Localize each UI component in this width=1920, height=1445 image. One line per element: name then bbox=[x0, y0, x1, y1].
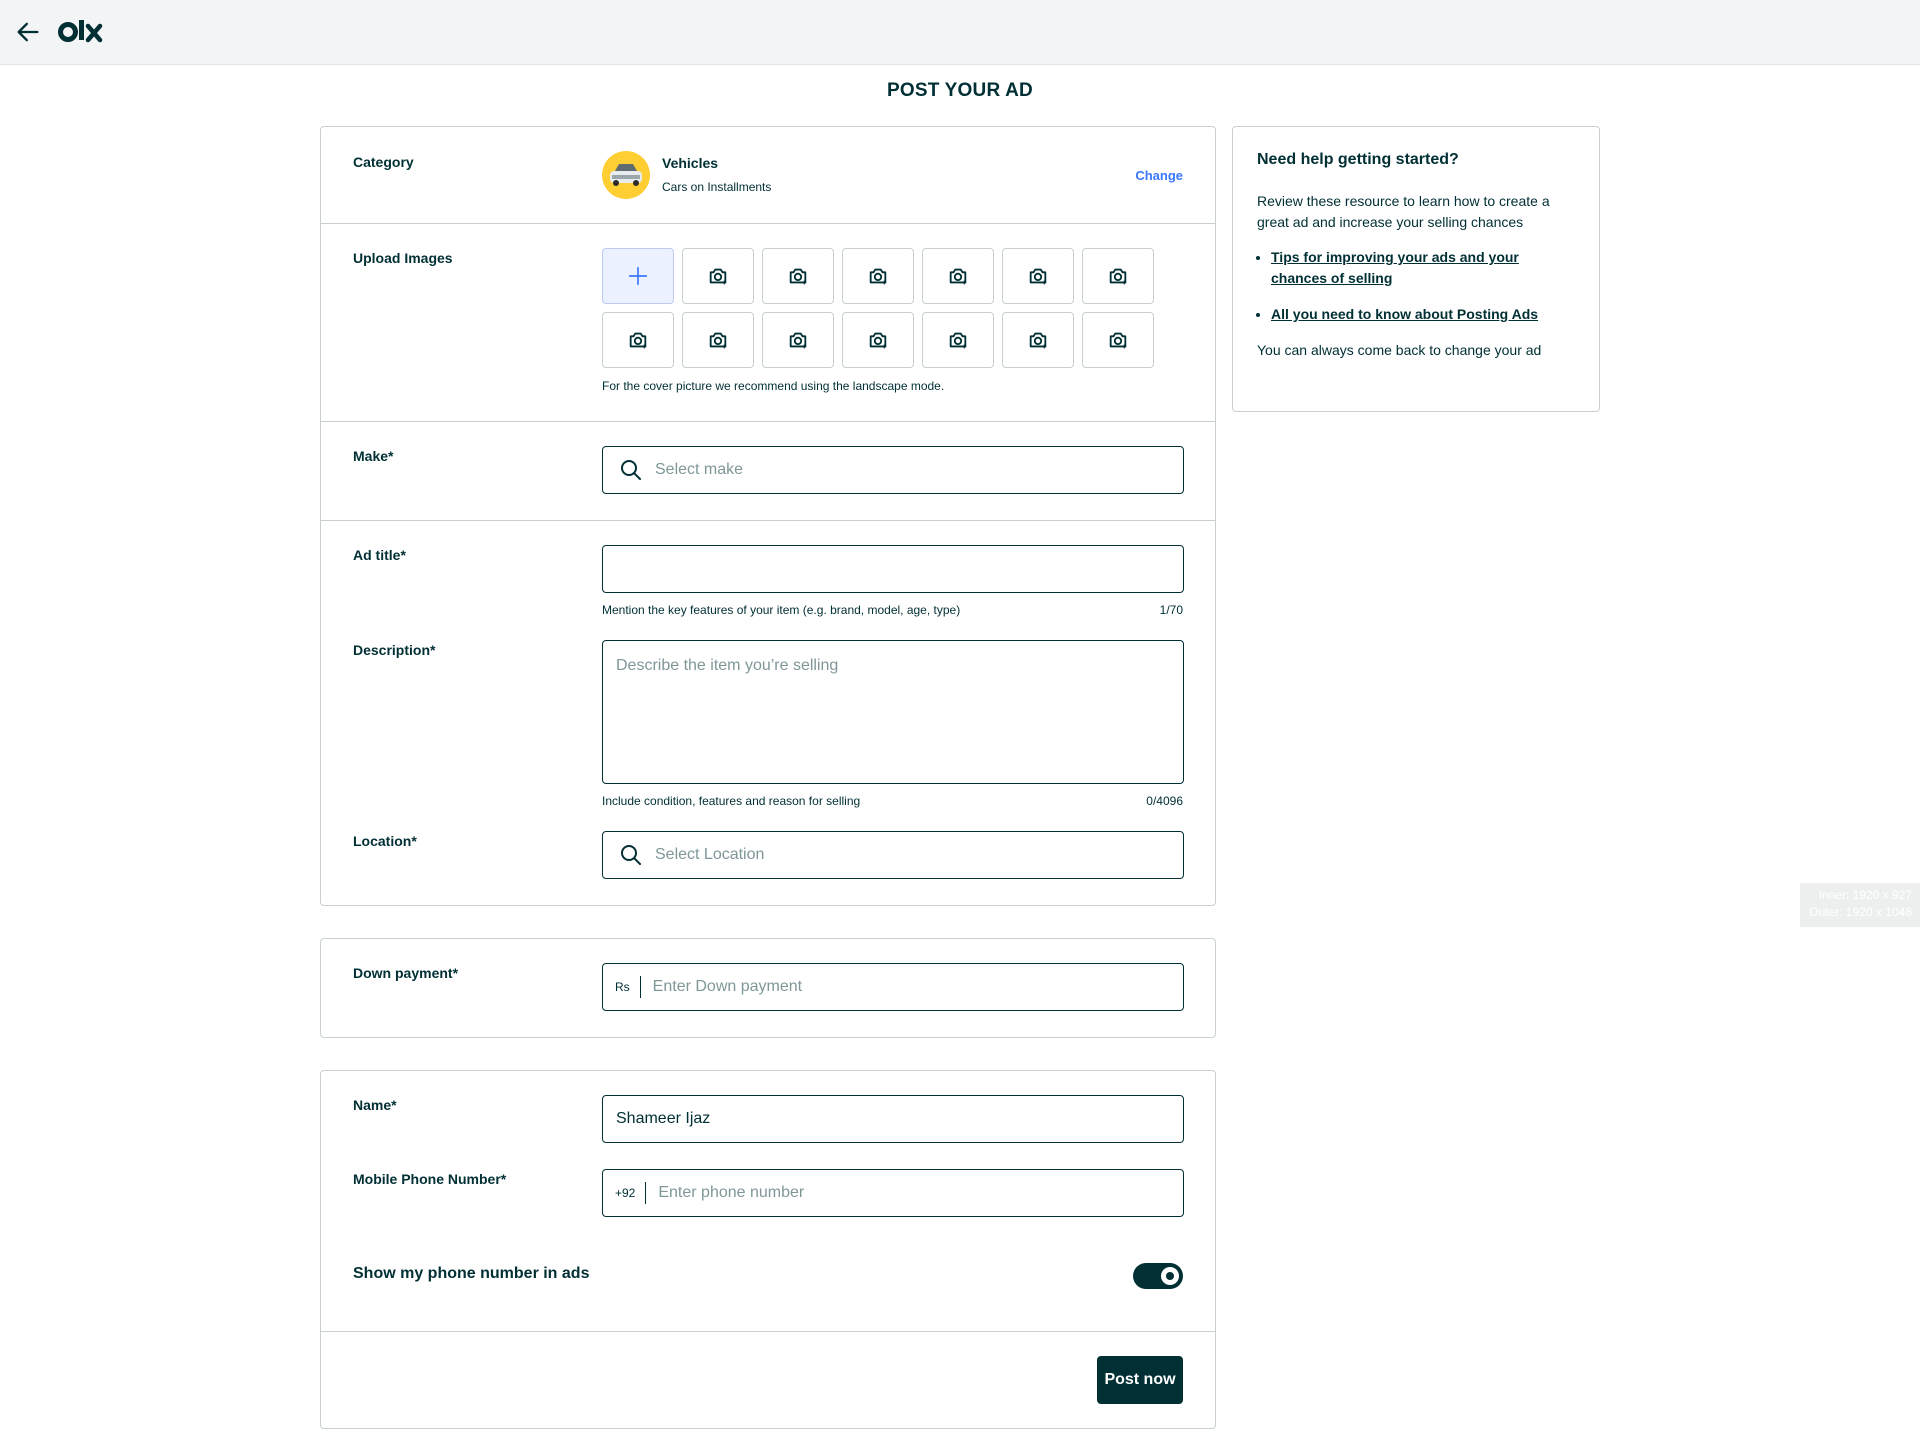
name-label: Name* bbox=[353, 1097, 397, 1113]
help-link-item: Tips for improving your ads and your cha… bbox=[1271, 247, 1575, 289]
help-link-tips[interactable]: Tips for improving your ads and your cha… bbox=[1271, 249, 1519, 286]
add-photo-icon bbox=[1107, 329, 1129, 351]
prefix-divider bbox=[639, 976, 641, 998]
phone-prefix: +92 bbox=[615, 1186, 636, 1200]
search-icon bbox=[621, 845, 641, 865]
category-section: Category Vehicles Cars on Installments C… bbox=[321, 127, 1215, 224]
upload-images-label: Upload Images bbox=[353, 250, 453, 266]
image-slot[interactable] bbox=[1002, 248, 1074, 304]
down-payment-placeholder: Enter Down payment bbox=[652, 978, 803, 995]
show-phone-label: Show my phone number in ads bbox=[353, 1265, 590, 1282]
category-avatar bbox=[602, 151, 650, 199]
ad-details-card: Category Vehicles Cars on Installments C… bbox=[320, 126, 1216, 906]
top-bar bbox=[0, 0, 1920, 65]
description-label: Description* bbox=[353, 642, 436, 658]
contact-card: Name* Shameer Ijaz Mobile Phone Number* … bbox=[320, 1070, 1216, 1429]
make-placeholder: Select make bbox=[655, 461, 744, 478]
image-slot[interactable] bbox=[842, 312, 914, 368]
ad-title-label: Ad title* bbox=[353, 547, 406, 563]
back-button[interactable] bbox=[14, 18, 42, 46]
help-footer: You can always come back to change your … bbox=[1257, 342, 1542, 358]
phone-placeholder: Enter phone number bbox=[658, 1184, 805, 1201]
description-textarea[interactable]: Describe the item you’re selling bbox=[602, 640, 1184, 784]
image-slot[interactable] bbox=[682, 312, 754, 368]
image-slot[interactable] bbox=[1002, 312, 1074, 368]
inner-size-text: Inner: 1920 x 927 bbox=[1818, 888, 1912, 902]
add-photo-icon bbox=[707, 265, 729, 287]
upload-images-section: Upload Images For the cover picture we r… bbox=[321, 224, 1215, 422]
show-phone-toggle[interactable] bbox=[1133, 1263, 1183, 1289]
name-input[interactable]: Shameer Ijaz bbox=[602, 1095, 1184, 1143]
name-value: Shameer Ijaz bbox=[616, 1110, 711, 1127]
image-slot[interactable] bbox=[842, 248, 914, 304]
help-card: Need help getting started? Review these … bbox=[1232, 126, 1600, 412]
add-photo-icon bbox=[627, 329, 649, 351]
add-photo-icon bbox=[867, 265, 889, 287]
search-icon bbox=[621, 460, 641, 480]
image-slot[interactable] bbox=[602, 312, 674, 368]
car-icon bbox=[602, 151, 650, 199]
change-category-link[interactable]: Change bbox=[1135, 168, 1183, 183]
category-label: Category bbox=[353, 154, 414, 170]
add-photo-icon bbox=[1027, 265, 1049, 287]
page-title: POST YOUR AD bbox=[887, 80, 1033, 101]
add-photo-icon bbox=[707, 329, 729, 351]
add-photo-icon bbox=[867, 329, 889, 351]
add-photo-icon bbox=[787, 329, 809, 351]
currency-prefix: Rs bbox=[615, 980, 630, 994]
add-photo-icon bbox=[947, 265, 969, 287]
location-label: Location* bbox=[353, 833, 417, 849]
details-section: Ad title* Mention the key features of yo… bbox=[321, 521, 1215, 905]
down-payment-card: Down payment* Rs Enter Down payment bbox=[320, 938, 1216, 1038]
image-slot[interactable] bbox=[762, 312, 834, 368]
image-slot[interactable] bbox=[1082, 248, 1154, 304]
ad-title-hint: Mention the key features of your item (e… bbox=[602, 603, 961, 617]
olx-logo-mark bbox=[58, 20, 103, 43]
description-placeholder: Describe the item you’re selling bbox=[616, 657, 839, 674]
add-image-button[interactable] bbox=[602, 248, 674, 304]
upload-hint: For the cover picture we recommend using… bbox=[602, 379, 945, 393]
phone-label: Mobile Phone Number* bbox=[353, 1171, 507, 1187]
description-counter: 0/4096 bbox=[1146, 794, 1183, 808]
location-placeholder: Select Location bbox=[655, 846, 765, 863]
make-label: Make* bbox=[353, 448, 394, 464]
location-select[interactable]: Select Location bbox=[602, 831, 1184, 879]
prefix-divider bbox=[645, 1182, 647, 1204]
viewport-size-overlay: Inner: 1920 x 927 Outer: 1920 x 1048 bbox=[1800, 883, 1920, 927]
help-link-posting[interactable]: All you need to know about Posting Ads bbox=[1271, 306, 1538, 322]
help-link-item: All you need to know about Posting Ads bbox=[1271, 304, 1575, 325]
ad-title-counter: 1/70 bbox=[1159, 603, 1183, 617]
olx-logo[interactable] bbox=[58, 18, 104, 46]
toggle-knob bbox=[1161, 1267, 1179, 1285]
help-title: Need help getting started? bbox=[1257, 151, 1459, 168]
ad-title-input[interactable] bbox=[602, 545, 1184, 593]
plus-icon bbox=[627, 265, 649, 287]
submit-section: Post now bbox=[321, 1332, 1215, 1428]
image-slot[interactable] bbox=[1082, 312, 1154, 368]
down-payment-input[interactable]: Rs Enter Down payment bbox=[602, 963, 1184, 1011]
add-photo-icon bbox=[1107, 265, 1129, 287]
category-name: Vehicles bbox=[662, 155, 719, 171]
post-now-button[interactable]: Post now bbox=[1097, 1356, 1183, 1404]
image-slot[interactable] bbox=[922, 248, 994, 304]
help-intro: Review these resource to learn how to cr… bbox=[1257, 193, 1550, 230]
help-links: Tips for improving your ads and your cha… bbox=[1257, 247, 1575, 325]
image-slot[interactable] bbox=[682, 248, 754, 304]
make-select[interactable]: Select make bbox=[602, 446, 1184, 494]
description-hint: Include condition, features and reason f… bbox=[602, 794, 861, 808]
add-photo-icon bbox=[787, 265, 809, 287]
category-subcategory: Cars on Installments bbox=[662, 180, 772, 194]
add-photo-icon bbox=[1027, 329, 1049, 351]
down-payment-label: Down payment* bbox=[353, 965, 459, 981]
image-slot[interactable] bbox=[922, 312, 994, 368]
phone-input[interactable]: +92 Enter phone number bbox=[602, 1169, 1184, 1217]
make-section: Make* Select make bbox=[321, 422, 1215, 521]
image-slot[interactable] bbox=[762, 248, 834, 304]
outer-size-text: Outer: 1920 x 1048 bbox=[1809, 905, 1912, 919]
contact-section: Name* Shameer Ijaz Mobile Phone Number* … bbox=[321, 1071, 1215, 1332]
add-photo-icon bbox=[947, 329, 969, 351]
arrow-left-icon bbox=[17, 22, 39, 42]
